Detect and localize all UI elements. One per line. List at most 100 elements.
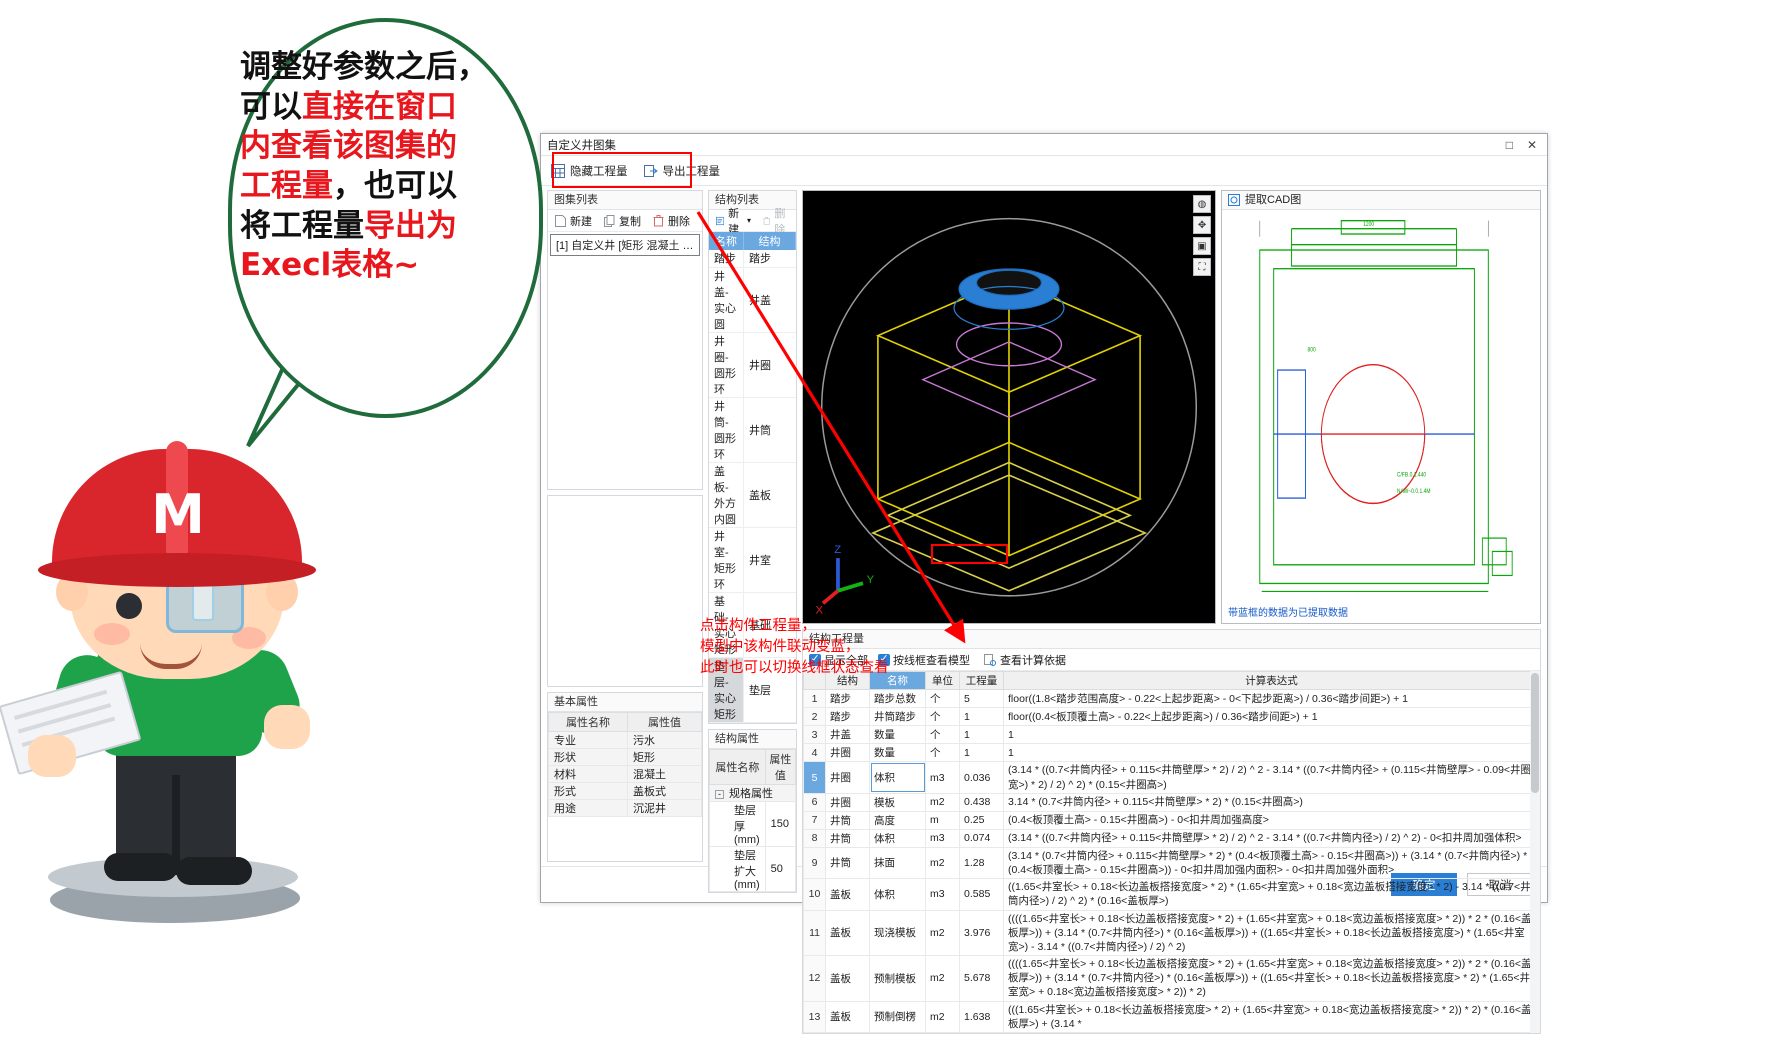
quantity-row-name[interactable]: 预制倒楞 bbox=[869, 1000, 927, 1033]
structure-list-row[interactable]: 井筒-圆形环 井筒 bbox=[709, 397, 796, 463]
quantity-row-name[interactable]: 预制模板 bbox=[869, 955, 927, 1002]
structure-property-value[interactable]: 150 bbox=[764, 800, 797, 847]
model-3d-viewport[interactable]: Z Y X ◍ ✥ ▣ ⛶ bbox=[802, 190, 1217, 625]
basic-property-row[interactable]: 材料 混凝土 bbox=[547, 765, 702, 783]
quantity-row-name[interactable]: 模板 bbox=[869, 792, 927, 812]
quantity-table-row[interactable]: 13 盖板 预制倒楞 m2 1.638 (((1.65<井室长> + 0.18<长边盖板搭… bbox=[803, 1000, 1541, 1033]
maximize-icon[interactable]: □ bbox=[1506, 139, 1513, 151]
atlas-copy-button[interactable]: 复制 bbox=[604, 213, 641, 229]
quantity-row-name[interactable]: 体积 bbox=[869, 878, 927, 911]
svg-text:NAW~0.0.1.4M: NAW~0.0.1.4M bbox=[1397, 488, 1431, 495]
quantity-table-row[interactable]: 8 井筒 体积 m3 0.074 (3.14 * ((0.7<井筒内径> + 0.115<… bbox=[803, 828, 1541, 848]
scrollbar-thumb[interactable] bbox=[1531, 673, 1540, 794]
structure-list-row[interactable]: 盖板-外方内圆 盖板 bbox=[709, 462, 796, 528]
structure-list-row[interactable]: 井圈-圆形环 井圈 bbox=[709, 332, 796, 398]
window-toolbar: 隐藏工程量 导出工程量 bbox=[541, 156, 1547, 186]
basic-property-name: 材料 bbox=[547, 765, 629, 783]
export-icon bbox=[643, 164, 658, 177]
wireframe-view-checkbox[interactable]: 按线框查看模型 bbox=[878, 652, 970, 668]
right-column: Z Y X ◍ ✥ ▣ ⛶ 提取CAD图 1200 800 C/FB.0.1.4… bbox=[802, 190, 1542, 1034]
quantity-table-row[interactable]: 6 井圈 模板 m2 0.438 3.14 * (0.7<井筒内径> + 0.115<井筒… bbox=[803, 792, 1541, 812]
structure-list-row[interactable]: 踏步 踏步 bbox=[709, 250, 796, 268]
view-calc-basis-button[interactable]: 查看计算依据 bbox=[984, 652, 1066, 668]
quantity-table-row[interactable]: 11 盖板 现浇模板 m2 3.976 ((((1.65<井室长> + 0.18<长边盖板… bbox=[803, 909, 1541, 957]
quantity-row-name[interactable]: 体积 bbox=[869, 761, 927, 794]
quantity-row-expression: (((1.65<井室长> + 0.18<长边盖板搭接宽度> * 2) + (1.… bbox=[1003, 1000, 1541, 1033]
quantity-row-name[interactable]: 数量 bbox=[869, 743, 927, 763]
quantity-row-index: 13 bbox=[803, 1000, 827, 1033]
annotation-note-line: 模型中该构件联动变蓝， bbox=[700, 639, 860, 656]
quantity-row-expression: (3.14 * ((0.7<井筒内径> + 0.115<井筒壁厚> * 2) /… bbox=[1003, 828, 1541, 848]
fit-icon[interactable]: ⛶ bbox=[1193, 258, 1212, 276]
quantity-row-expression: ((((1.65<井室长> + 0.18<长边盖板搭接宽度> * 2) + (1… bbox=[1003, 909, 1541, 957]
quantity-table-row[interactable]: 4 井圈 数量个 1 1 bbox=[803, 743, 1541, 763]
quantity-row-expression: 1 bbox=[1003, 743, 1541, 763]
grid-hide-icon bbox=[551, 163, 565, 178]
quantity-row-quantity: 0.074 bbox=[959, 828, 1005, 848]
window-title-bar: 自定义井图集 □ ✕ bbox=[541, 134, 1547, 156]
hide-quantity-button[interactable]: 隐藏工程量 bbox=[551, 163, 628, 179]
quantity-table-row[interactable]: 7 井筒 高度 m 0.25 (0.4<板顶覆土高> - 0.15<井圈高>) - 0<扣… bbox=[803, 810, 1541, 830]
quantity-row-index: 5 bbox=[803, 761, 827, 794]
svg-text:C/FB.0.1.440: C/FB.0.1.440 bbox=[1397, 472, 1427, 479]
orbit-icon[interactable]: ◍ bbox=[1193, 195, 1212, 213]
quantity-row-name[interactable]: 抹面 bbox=[869, 846, 927, 880]
basic-property-row[interactable]: 专业 污水 bbox=[547, 731, 702, 749]
quantity-row-name[interactable]: 踏步总数 bbox=[869, 689, 927, 709]
structure-property-row[interactable]: 垫层厚(mm) 150 bbox=[709, 800, 797, 847]
speech-bubble-segment: 可以 bbox=[240, 88, 302, 125]
quantity-row-expression: (3.14 * (0.7<井筒内径> + 0.115<井筒壁厚> * 2) * … bbox=[1003, 846, 1541, 880]
chevron-down-icon[interactable]: ▾ bbox=[747, 216, 751, 225]
structure-properties-body: - 规格属性 垫层厚(mm) 150 垫层扩大(mm) 50 bbox=[708, 783, 797, 892]
basic-property-value: 沉泥井 bbox=[627, 799, 702, 817]
quantity-row-name[interactable]: 高度 bbox=[869, 810, 927, 830]
collapse-toggle-icon[interactable]: - bbox=[715, 789, 724, 799]
speech-bubble-line: Execl表格~ bbox=[240, 246, 540, 286]
svg-text:X: X bbox=[816, 604, 824, 616]
cad-drawing-canvas[interactable]: 1200 800 C/FB.0.1.440 NAW~0.0.1.4M 带蓝框的数… bbox=[1222, 210, 1541, 624]
close-icon[interactable]: ✕ bbox=[1527, 139, 1537, 151]
quantity-table-scroll[interactable]: 结构 名称 单位 工程量 计算表达式 1 踏步 踏步总数个 5 floor((1.8<踏… bbox=[803, 671, 1541, 1033]
quantity-table-row[interactable]: 10 盖板 体积 m3 0.585 ((1.65<井室长> + 0.18<长边盖板搭接宽度… bbox=[803, 878, 1541, 911]
basic-property-row[interactable]: 用途 沉泥井 bbox=[547, 799, 702, 817]
svg-text:800: 800 bbox=[1307, 347, 1316, 354]
pan-icon[interactable]: ✥ bbox=[1193, 216, 1212, 234]
quantity-table-row[interactable]: 5 井圈 体积 m3 0.036 (3.14 * ((0.7<井筒内径> + 0.115<… bbox=[803, 761, 1541, 794]
structure-property-row[interactable]: 垫层扩大(mm) 50 bbox=[709, 845, 797, 892]
quantity-row-name[interactable]: 井筒踏步 bbox=[869, 707, 927, 727]
atlas-new-button[interactable]: 新建 bbox=[555, 213, 592, 229]
basic-property-value: 矩形 bbox=[627, 748, 702, 766]
quantity-table-row[interactable]: 1 踏步 踏步总数个 5 floor((1.8<踏步范围高度> - 0.22<上起步距离… bbox=[803, 689, 1541, 709]
cad-panel-title: 提取CAD图 bbox=[1245, 193, 1302, 206]
export-quantity-button[interactable]: 导出工程量 bbox=[643, 163, 720, 179]
quantity-table-row[interactable]: 2 踏步 井筒踏步个 1 floor((0.4<板顶覆土高> - 0.22<上起步距离>… bbox=[803, 707, 1541, 727]
quantity-row-structure: 踏步 bbox=[825, 689, 871, 709]
speech-bubble-segment: ，也可以 bbox=[333, 168, 457, 205]
quantity-row-name[interactable]: 数量 bbox=[869, 725, 927, 745]
quantity-row-name[interactable]: 体积 bbox=[869, 828, 927, 848]
box-icon[interactable]: ▣ bbox=[1193, 237, 1212, 255]
quantity-table-row[interactable]: 9 井筒 抹面 m2 1.28 (3.14 * (0.7<井筒内径> + 0.115<井筒… bbox=[803, 846, 1541, 880]
quantity-row-index: 1 bbox=[803, 689, 827, 709]
speech-bubble-segment: Execl表格~ bbox=[240, 247, 420, 284]
quantity-row-structure: 盖板 bbox=[825, 878, 871, 911]
basic-property-row[interactable]: 形式 盖板式 bbox=[547, 782, 702, 800]
basic-property-row[interactable]: 形状 矩形 bbox=[547, 748, 702, 766]
atlas-item[interactable]: [1] 自定义井 [矩形 混凝土 污水 盖板... bbox=[550, 234, 700, 256]
structure-list-row[interactable]: 井盖-实心圆 井盖 bbox=[709, 267, 796, 333]
quantity-row-unit: m3 bbox=[925, 828, 961, 848]
quantity-row-quantity: 1.638 bbox=[959, 1000, 1005, 1033]
quantity-row-structure: 井筒 bbox=[825, 810, 871, 830]
quantity-table-row[interactable]: 12 盖板 预制模板 m2 5.678 ((((1.65<井室长> + 0.18<长边盖板… bbox=[803, 955, 1541, 1002]
window-body: 图集列表 新建 复制 删除 [1] 自定义井 [矩形 混凝土 污 基本属性 属性… bbox=[541, 186, 1547, 1034]
structure-row-type: 井筒 bbox=[743, 397, 796, 463]
atlas-delete-button[interactable]: 删除 bbox=[653, 213, 690, 229]
structure-list-row[interactable]: 井室-矩形环 井室 bbox=[709, 527, 796, 593]
quantity-row-unit: 个 bbox=[925, 743, 961, 763]
quantity-row-name[interactable]: 现浇模板 bbox=[869, 909, 927, 957]
structure-property-value[interactable]: 50 bbox=[764, 845, 797, 892]
quantity-row-quantity: 1 bbox=[959, 725, 1005, 745]
quantity-table-row[interactable]: 3 井盖 数量个 1 1 bbox=[803, 725, 1541, 745]
structure-property-group-row[interactable]: - 规格属性 bbox=[708, 783, 797, 802]
quantity-vertical-scrollbar[interactable] bbox=[1530, 671, 1541, 1033]
